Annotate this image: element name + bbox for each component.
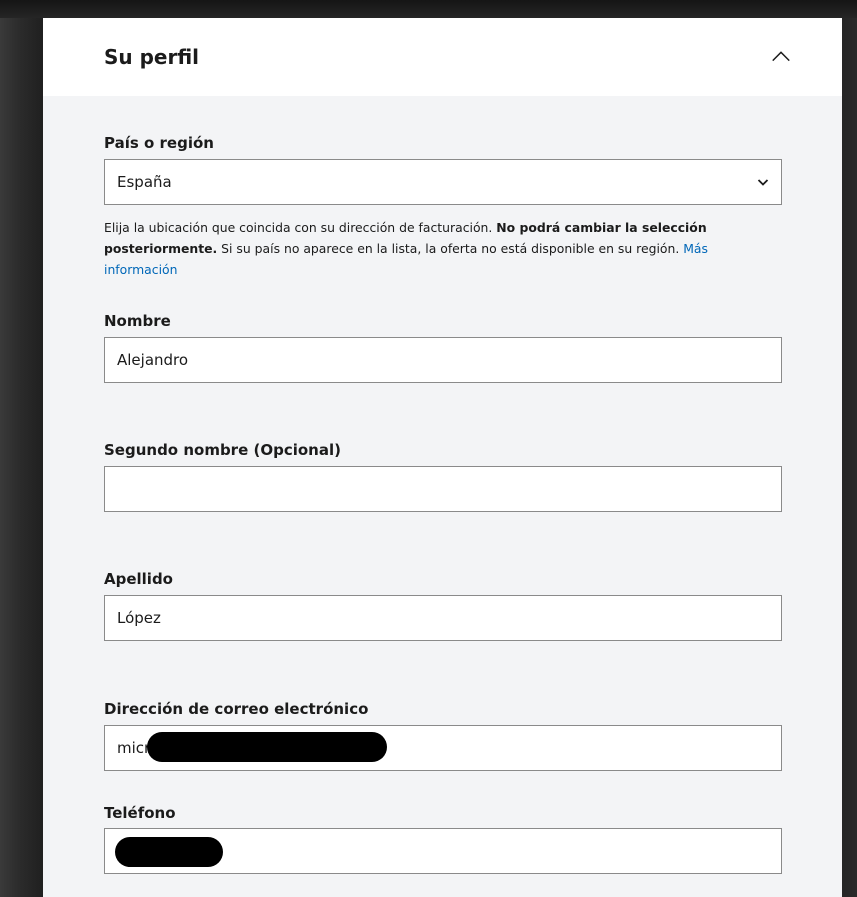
profile-header[interactable]: Su perfil: [43, 18, 842, 96]
first-name-input[interactable]: [104, 337, 782, 383]
first-name-label: Nombre: [104, 312, 171, 330]
middle-name-input[interactable]: [104, 466, 782, 512]
chevron-up-icon: [772, 50, 790, 61]
country-help-text: Elija la ubicación que coincida con su d…: [104, 220, 708, 277]
page-title: Su perfil: [104, 45, 200, 69]
country-selected-value: España: [117, 173, 172, 191]
email-label: Dirección de correo electrónico: [104, 700, 369, 718]
collapse-button[interactable]: [766, 42, 796, 72]
last-name-label: Apellido: [104, 570, 173, 588]
window-backdrop: [0, 0, 857, 18]
middle-name-label: Segundo nombre (Opcional): [104, 441, 341, 459]
profile-panel: Su perfil País o región España Elija la …: [43, 18, 842, 897]
phone-redaction: [115, 837, 223, 867]
chevron-down-icon: [757, 176, 769, 188]
country-select[interactable]: España: [104, 159, 782, 205]
email-redaction: [147, 732, 387, 762]
last-name-input[interactable]: [104, 595, 782, 641]
phone-label: Teléfono: [104, 804, 176, 822]
country-label: País o región: [104, 134, 214, 152]
